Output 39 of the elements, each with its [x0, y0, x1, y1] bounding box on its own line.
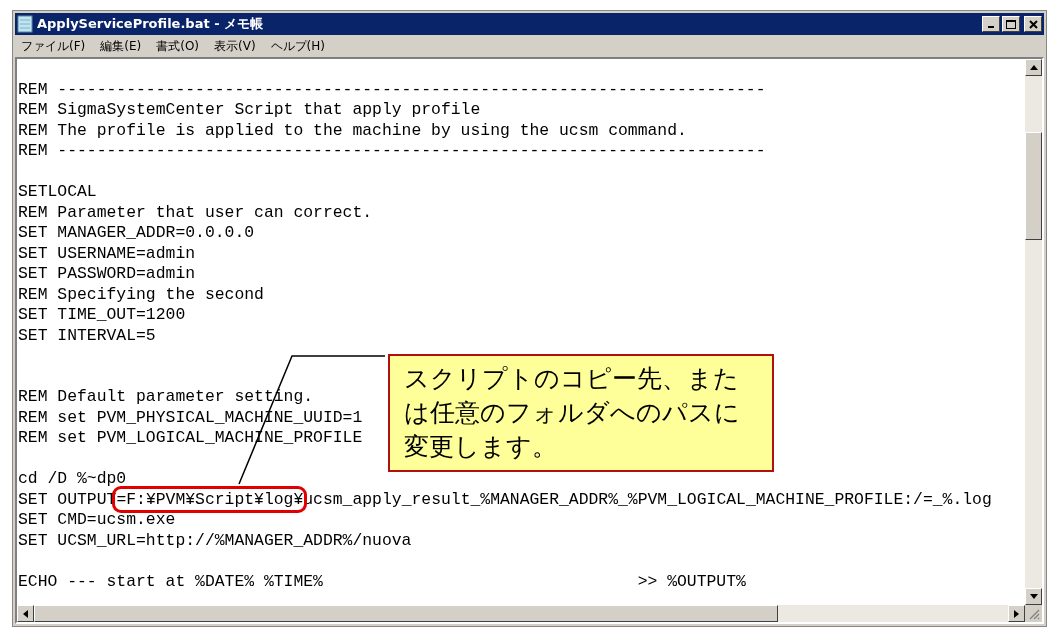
code-line: REM SigmaSystemCenter Script that apply profile — [18, 100, 481, 121]
vertical-scrollbar[interactable] — [1025, 59, 1042, 605]
code-line: SET UCSM_URL=http://%MANAGER_ADDR%/nuova — [18, 530, 412, 551]
code-line: REM Specifying the second — [18, 284, 264, 305]
left-arrow-icon — [23, 609, 28, 618]
code-line: REM ------------------------------------------------------------------------ — [18, 79, 766, 100]
code-line: REM Parameter that user can correct. — [18, 202, 373, 223]
scrollbar-thumb[interactable] — [34, 605, 778, 622]
down-arrow-icon — [1029, 594, 1038, 599]
code-line: SET TIME_OUT=1200 — [18, 305, 186, 326]
right-arrow-icon — [1014, 609, 1019, 618]
code-line: SET CMD=ucsm.exe — [18, 510, 176, 531]
menu-item[interactable]: 編集(E) — [100, 37, 142, 55]
window-title: ApplyServiceProfile.bat - メモ帳 — [37, 15, 265, 33]
maximize-icon — [1006, 19, 1016, 29]
code-line: SET INTERVAL=5 — [18, 325, 156, 346]
minimize-button[interactable] — [982, 16, 1000, 32]
code-line: SETLOCAL — [18, 182, 97, 203]
code-line: SET MANAGER_ADDR=0.0.0.0 — [18, 223, 255, 244]
code-line: SET USERNAME=admin — [18, 243, 196, 264]
menu-item[interactable]: 書式(O) — [156, 37, 200, 55]
menu-item[interactable]: 表示(V) — [214, 37, 256, 55]
code-line: SET PASSWORD=admin — [18, 264, 196, 285]
minimize-icon — [988, 26, 994, 28]
menu-item[interactable]: ヘルプ(H) — [270, 37, 325, 55]
close-button[interactable] — [1024, 16, 1042, 32]
up-arrow-icon — [1029, 65, 1038, 70]
scrollbar-thumb[interactable] — [1025, 132, 1042, 240]
code-line: cd /D %~dp0 — [18, 469, 127, 490]
code-line: ECHO --- start at %DATE% %TIME% >> %OUTPUT% — [18, 571, 746, 592]
maximize-button[interactable] — [1002, 16, 1020, 32]
code-line: REM ------------------------------------------------------------------------ — [18, 141, 766, 162]
horizontal-scrollbar[interactable] — [17, 605, 1042, 622]
close-icon — [1028, 19, 1038, 29]
code-line: REM The profile is applied to the machine by using the ucsm command. — [18, 120, 687, 141]
callout-note: スクリプトのコピー先、または任意のフォルダへのパスに変更します。 — [388, 354, 774, 472]
resize-grip-icon[interactable] — [1029, 609, 1040, 620]
notepad-icon — [17, 15, 33, 33]
menu-item[interactable]: ファイル(F) — [21, 37, 86, 55]
